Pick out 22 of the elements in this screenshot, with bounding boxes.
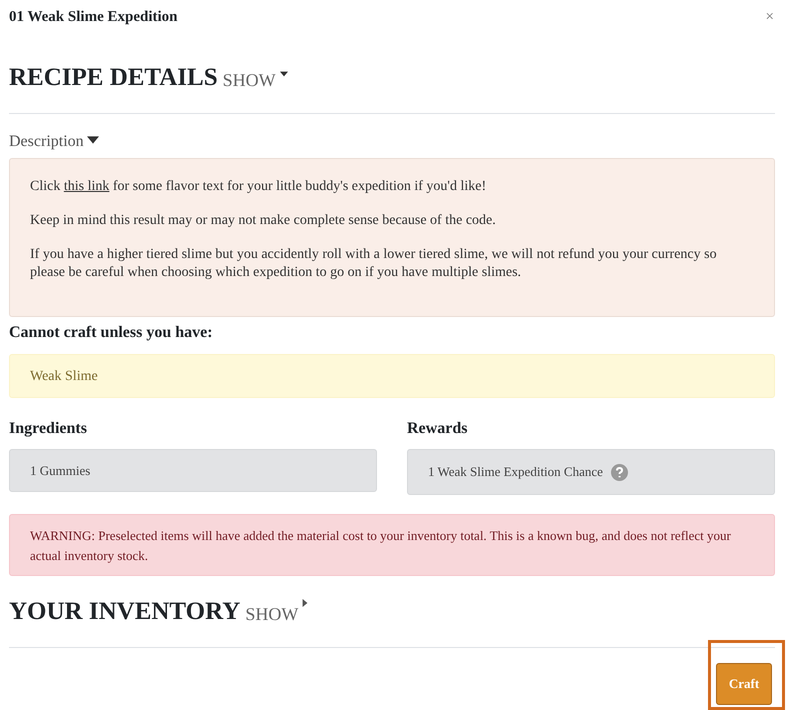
section-heading: YOUR INVENTORY	[9, 597, 240, 627]
caret-down-icon[interactable]	[86, 134, 99, 146]
requirement-label: Cannot craft unless you have:	[9, 323, 214, 343]
reward-item: 1 Weak Slime Expedition Chance	[428, 463, 603, 482]
close-button[interactable]: ×	[766, 6, 774, 29]
help-icon[interactable]	[610, 464, 628, 480]
description-text: Keep in mind this result may or may not make complete sense because of the code.	[30, 212, 497, 230]
description-text: If you have a higher tiered slime but you accidently roll with a lower tiered slime, we will not refund you your currency so please be careful when choosing which expedition to go on if you have multiple slimes.	[30, 246, 718, 282]
column-label: Ingredients	[9, 419, 88, 439]
requirement-item: Weak Slime	[30, 368, 98, 386]
caret-right-icon[interactable]	[301, 599, 310, 607]
show-toggle[interactable]: SHOW	[245, 603, 298, 625]
show-toggle[interactable]: SHOW	[222, 69, 276, 91]
modal-title: 01 Weak Slime Expedition	[9, 8, 178, 28]
column-label: Rewards	[407, 419, 468, 439]
warning-message: WARNING: Preselected items will have added the material cost to your inventory total. This is a known bug, and does not reflect your actual inventory stock.	[9, 514, 775, 576]
ingredient-item: 1 Gummies	[30, 462, 90, 480]
description-text: Click this link for some flavor text for your little buddy's expedition if you'd like!	[30, 178, 488, 196]
section-heading: RECIPE DETAILS	[9, 63, 218, 93]
description-label[interactable]: Description	[9, 130, 84, 154]
caret-down-icon[interactable]	[280, 70, 288, 78]
flavor-link[interactable]: this link	[64, 179, 110, 194]
